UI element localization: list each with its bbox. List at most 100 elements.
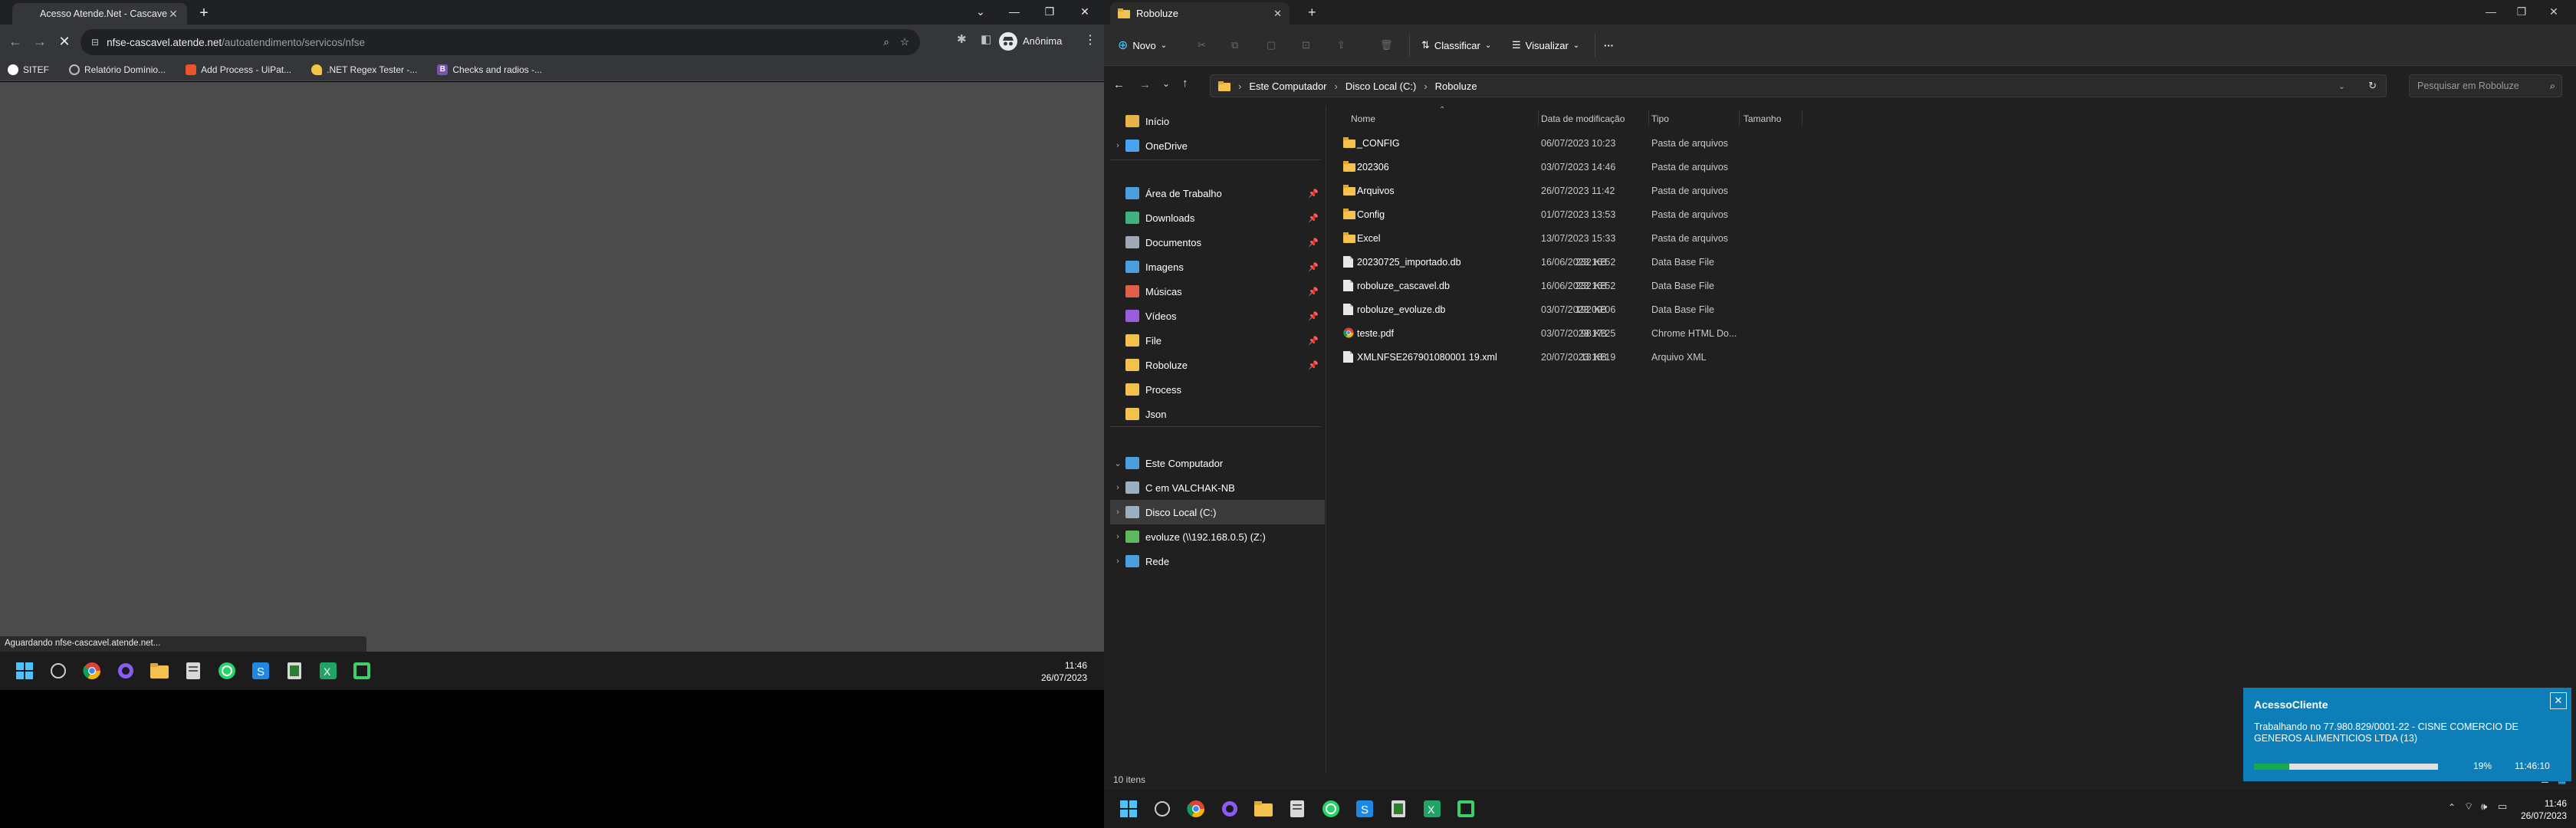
breadcrumb-item[interactable]: Este Computador xyxy=(1249,80,1326,92)
cut-icon[interactable]: ✂ xyxy=(1198,35,1206,55)
bookmark-item[interactable]: .NET Regex Tester -... xyxy=(311,64,417,75)
terminal-icon[interactable] xyxy=(348,657,376,685)
expand-chevron-icon[interactable]: › xyxy=(1110,532,1125,541)
breadcrumb-item[interactable]: Disco Local (C:) xyxy=(1346,80,1416,92)
chrome-icon[interactable] xyxy=(1182,795,1210,823)
battery-icon[interactable]: ▭ xyxy=(2498,800,2507,813)
more-options-button[interactable]: ··· xyxy=(1604,35,1614,55)
file-row[interactable]: roboluze_cascavel.db 16/06/2023 16:52 Data… xyxy=(1340,274,1800,297)
github-icon[interactable] xyxy=(1216,795,1244,823)
github-icon[interactable] xyxy=(112,657,140,685)
expand-chevron-icon[interactable]: ⌄ xyxy=(1110,458,1125,468)
back-icon[interactable]: ← xyxy=(6,32,25,51)
close-tab-icon[interactable]: ✕ xyxy=(1273,8,1282,20)
file-row[interactable]: XMLNFSE267901080001 19.xml 20/07/2023 18:… xyxy=(1340,345,1800,369)
close-window-icon[interactable]: ✕ xyxy=(2536,0,2571,23)
nav-item-este-computador[interactable]: ⌄ Este Computador xyxy=(1110,451,1325,475)
column-header-type[interactable]: Tipo xyxy=(1651,113,1669,124)
bookmark-item[interactable]: Relatório Domínio... xyxy=(69,64,166,75)
chevron-down-icon[interactable]: ⌄ xyxy=(963,0,998,23)
file-explorer-icon[interactable] xyxy=(146,657,173,685)
rename-icon[interactable]: ⊡ xyxy=(1302,35,1310,55)
toast-close-icon[interactable]: ✕ xyxy=(2550,692,2567,709)
file-row[interactable]: Config 01/07/2023 13:53 Pasta de arquivos xyxy=(1340,202,1800,226)
nav-item-onedrive[interactable]: › OneDrive xyxy=(1110,133,1325,158)
refresh-icon[interactable]: ↻ xyxy=(2368,80,2377,92)
nav-item-músicas[interactable]: Músicas 📌 xyxy=(1110,279,1325,304)
copy-icon[interactable]: ⧉ xyxy=(1231,35,1238,55)
site-info-icon[interactable]: ⊟ xyxy=(91,37,99,48)
up-icon[interactable]: ↑ xyxy=(1182,77,1188,90)
bookmark-item[interactable]: Add Process - UiPat... xyxy=(186,64,291,75)
chrome-menu-icon[interactable]: ⋮ xyxy=(1084,32,1096,48)
whatsapp-icon[interactable] xyxy=(213,657,241,685)
column-divider[interactable] xyxy=(1739,110,1740,126)
column-header-date[interactable]: Data de modificação xyxy=(1541,113,1625,124)
nav-item-file[interactable]: File 📌 xyxy=(1110,328,1325,353)
search-input[interactable]: Pesquisar em Roboluze ⌕ xyxy=(2409,74,2562,97)
terminal-icon[interactable] xyxy=(1452,795,1480,823)
paste-icon[interactable]: ▢ xyxy=(1267,35,1276,55)
notepad-icon[interactable] xyxy=(1283,795,1311,823)
profile-label[interactable]: Anônima xyxy=(1023,35,1062,47)
nav-item-início[interactable]: Início xyxy=(1110,109,1325,133)
file-row[interactable]: roboluze_evoluze.db 03/07/2023 09:06 Data … xyxy=(1340,297,1800,321)
column-divider[interactable] xyxy=(1538,110,1539,126)
new-button[interactable]: ⊕ Novo ⌄ xyxy=(1118,35,1167,55)
recent-locations-icon[interactable]: ⌄ xyxy=(1162,78,1170,89)
explorer-tab[interactable]: Roboluze ✕ xyxy=(1110,2,1290,25)
expand-chevron-icon[interactable]: › xyxy=(1110,508,1125,517)
spreadsheet-icon[interactable] xyxy=(281,657,308,685)
close-window-icon[interactable]: ✕ xyxy=(1067,0,1102,23)
nav-item-documentos[interactable]: Documentos 📌 xyxy=(1110,230,1325,255)
stop-loading-icon[interactable]: ✕ xyxy=(55,32,74,51)
excel-icon[interactable]: X xyxy=(1418,795,1446,823)
file-row[interactable]: Excel 13/07/2023 15:33 Pasta de arquivos xyxy=(1340,226,1800,250)
nav-item-c-em-valchak-nb[interactable]: › C em VALCHAK-NB xyxy=(1110,475,1325,500)
expand-chevron-icon[interactable]: › xyxy=(1110,141,1125,150)
expand-chevron-icon[interactable]: › xyxy=(1110,557,1125,566)
clock[interactable]: 11:46 26/07/2023 xyxy=(1027,659,1087,684)
nav-item-rede[interactable]: › Rede xyxy=(1110,549,1325,573)
column-header-name[interactable]: Nome xyxy=(1351,113,1375,124)
chrome-icon[interactable] xyxy=(78,657,106,685)
nav-item-process[interactable]: Process xyxy=(1110,377,1325,402)
bookmark-item[interactable]: B Checks and radios -... xyxy=(437,64,542,75)
file-row[interactable]: 202306 03/07/2023 14:46 Pasta de arquivos xyxy=(1340,155,1800,179)
spreadsheet-icon[interactable] xyxy=(1385,795,1412,823)
address-bar[interactable]: › Este Computador › Disco Local (C:) › R… xyxy=(1210,74,2387,97)
app-icon[interactable]: S xyxy=(1351,795,1378,823)
nav-item-área-de-trabalho[interactable]: Área de Trabalho 📌 xyxy=(1110,181,1325,205)
column-divider[interactable] xyxy=(1648,110,1649,126)
nav-item-downloads[interactable]: Downloads 📌 xyxy=(1110,205,1325,230)
wifi-icon[interactable]: ⌔ xyxy=(2464,800,2473,813)
file-row[interactable]: _CONFIG 06/07/2023 10:23 Pasta de arquivos xyxy=(1340,131,1800,155)
breadcrumb-item[interactable]: Roboluze xyxy=(1435,80,1477,92)
file-row[interactable]: teste.pdf 03/07/2023 17:25 Chrome HTML Do.… xyxy=(1340,321,1800,345)
chrome-tab[interactable]: Acesso Atende.Net - Cascavel/PR ✕ xyxy=(12,3,187,25)
delete-icon[interactable]: 🗑 xyxy=(1380,35,1393,55)
clock[interactable]: 11:46 26/07/2023 xyxy=(2507,797,2567,822)
page-content-area[interactable] xyxy=(0,82,1104,652)
new-tab-button[interactable]: + xyxy=(1308,5,1316,21)
share-icon[interactable]: ⇪ xyxy=(1337,35,1346,55)
excel-icon[interactable]: X xyxy=(314,657,342,685)
extensions-icon[interactable]: ✱ xyxy=(957,32,967,46)
file-row[interactable]: 20230725_importado.db 16/06/2023 16:52 Dat… xyxy=(1340,250,1800,274)
restore-icon[interactable]: ❐ xyxy=(1032,0,1067,23)
forward-icon[interactable]: → xyxy=(31,32,49,51)
app-icon[interactable]: S xyxy=(247,657,274,685)
widgets-icon[interactable] xyxy=(1148,795,1176,823)
nav-item-vídeos[interactable]: Vídeos 📌 xyxy=(1110,304,1325,328)
sort-button[interactable]: ⇅ Classificar ⌄ xyxy=(1421,35,1491,55)
address-bar[interactable]: ⊟ nfse-cascavel.atende.net /autoatendime… xyxy=(80,29,920,55)
restore-icon[interactable]: ❐ xyxy=(2504,0,2539,23)
start-icon[interactable] xyxy=(11,657,38,685)
nav-item-evoluze-192-168-0-5-z[interactable]: › evoluze (\\192.168.0.5) (Z:) xyxy=(1110,524,1325,549)
tray-overflow-icon[interactable]: ⌃ xyxy=(2448,802,2456,813)
forward-icon[interactable]: → xyxy=(1139,78,1151,91)
bookmark-star-icon[interactable]: ☆ xyxy=(900,36,909,48)
search-page-icon[interactable]: ⌕ xyxy=(883,36,889,48)
new-tab-button[interactable]: + xyxy=(195,5,213,23)
bookmark-item[interactable]: SITEF xyxy=(8,64,49,75)
